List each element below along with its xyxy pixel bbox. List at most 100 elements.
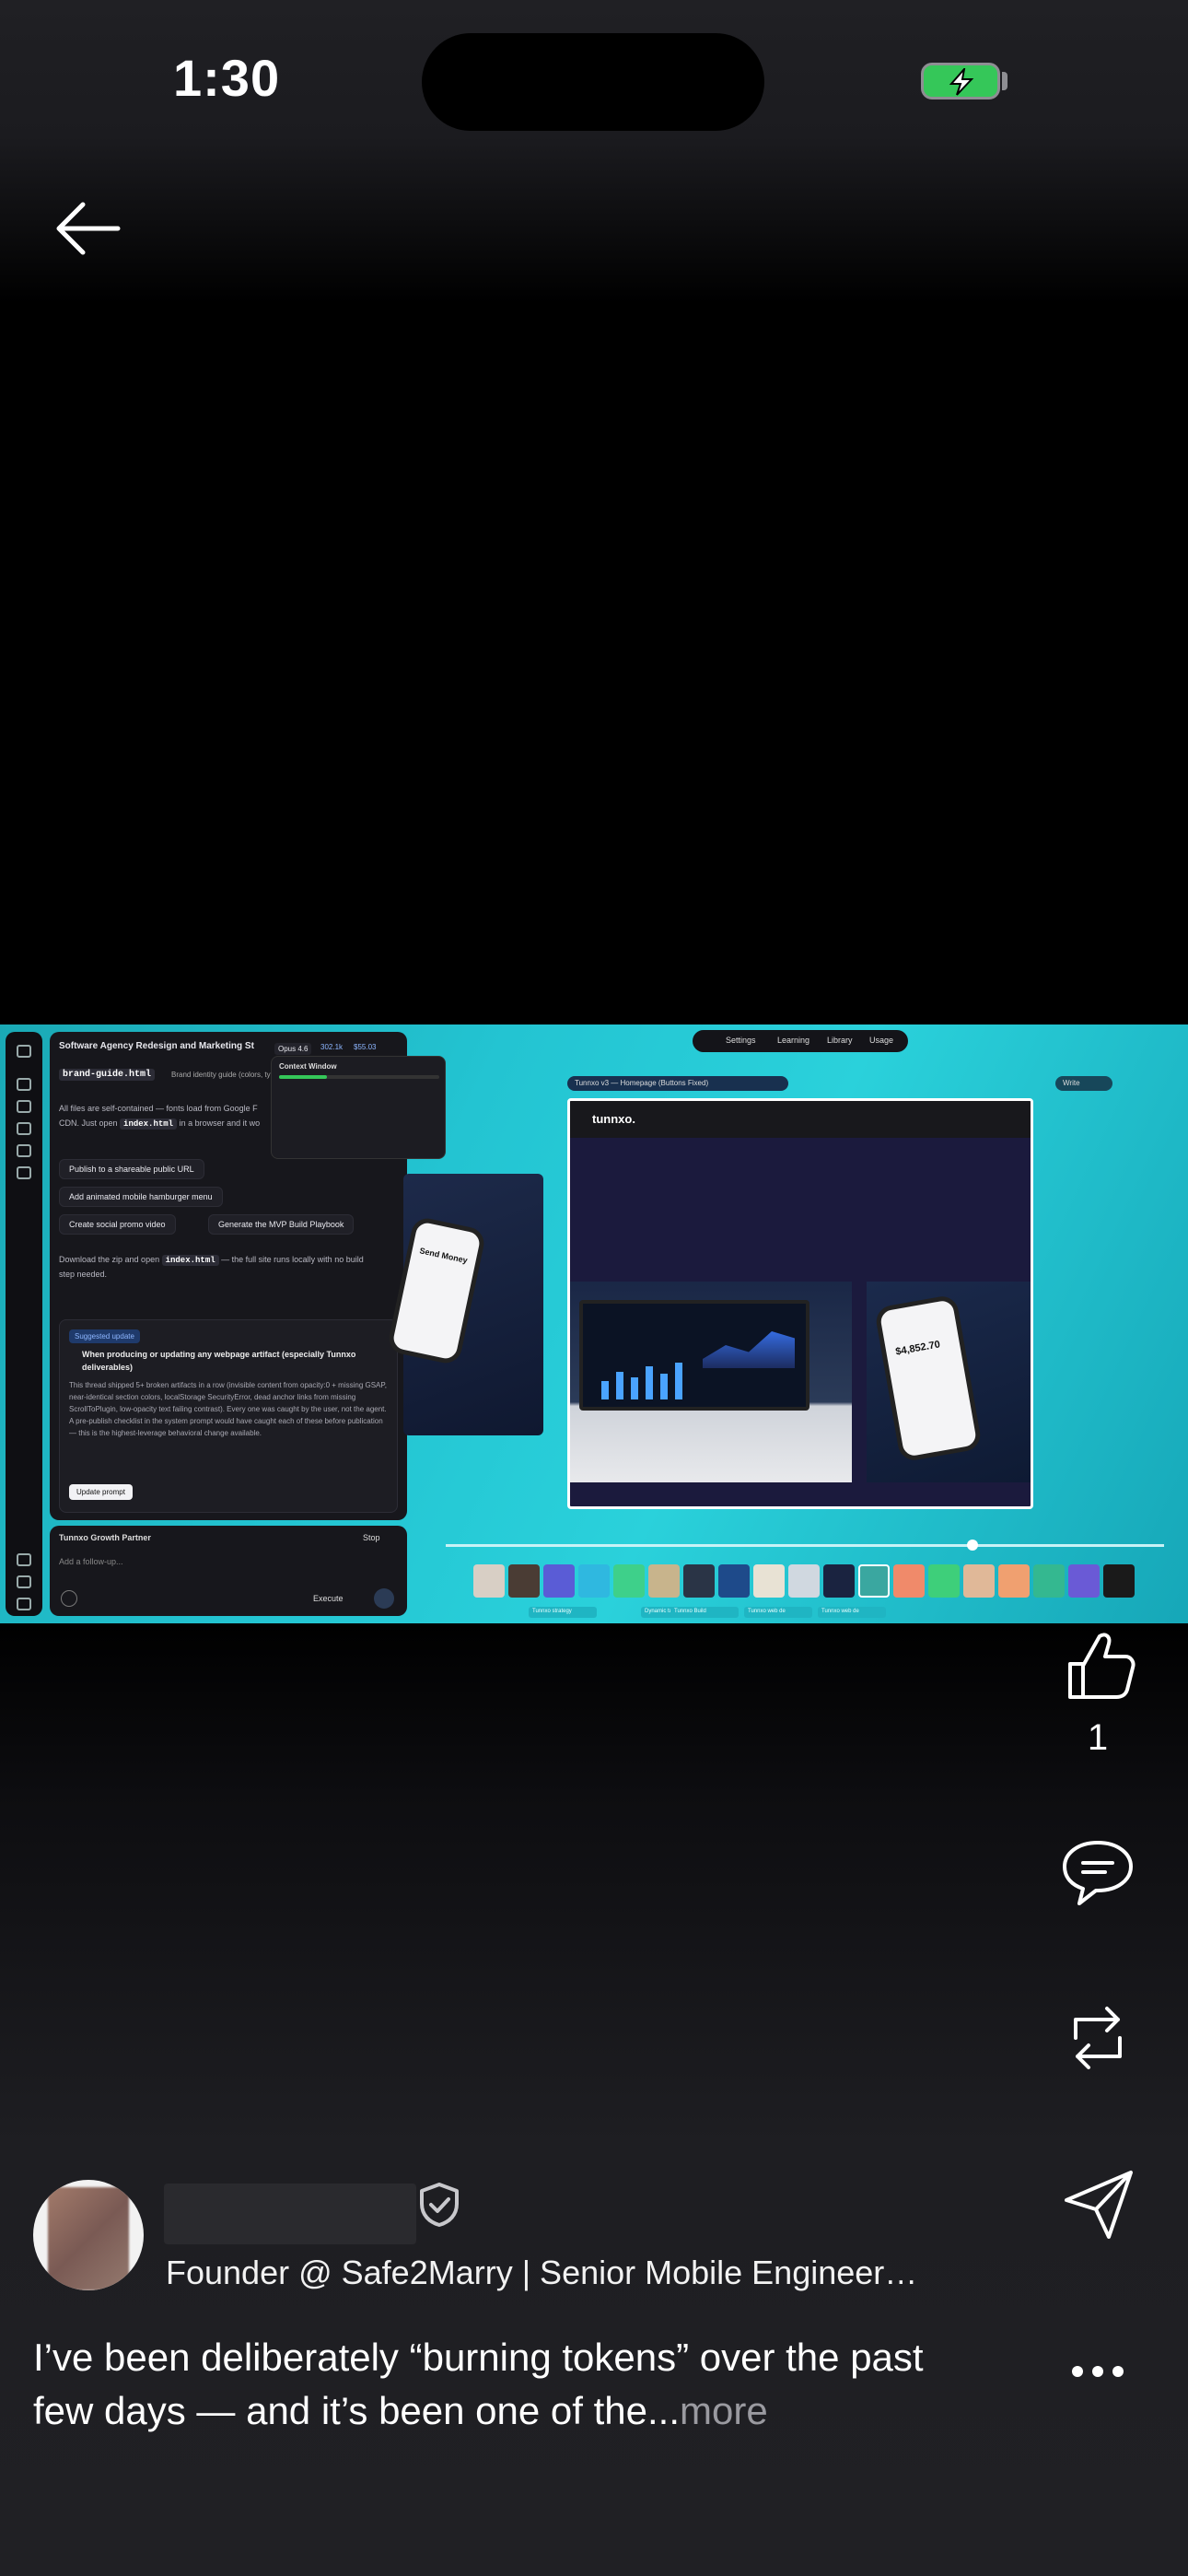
chip-promo-video[interactable]: Create social promo video [59, 1214, 176, 1235]
see-more-link[interactable]: more [680, 2389, 768, 2432]
back-arrow-icon[interactable] [53, 199, 122, 258]
send-paper-plane-icon[interactable] [1057, 2163, 1138, 2244]
send-arrow-icon[interactable] [374, 1588, 394, 1609]
phone-mockup-card: Send Money [386, 1174, 543, 1435]
chip-publish-url[interactable]: Publish to a shareable public URL [59, 1159, 204, 1179]
phone-balance: $4,852.70 [894, 1339, 941, 1358]
site-header: tunnxo. [570, 1101, 1031, 1138]
thumbnail[interactable] [648, 1564, 680, 1598]
battery-nub [1002, 72, 1007, 90]
thumbnail[interactable] [1068, 1564, 1100, 1598]
thumbnail[interactable] [998, 1564, 1030, 1598]
thumbnail-selected[interactable] [858, 1564, 890, 1598]
monitor-bar [631, 1377, 638, 1399]
comment-icon[interactable] [1057, 1832, 1138, 1913]
thumbnail[interactable] [788, 1564, 820, 1598]
author-avatar[interactable] [33, 2180, 144, 2290]
partner-label: Tunnxo Growth Partner [59, 1533, 151, 1542]
suggested-update-card: Suggested update When producing or updat… [59, 1319, 398, 1513]
reply-line-2-c: in a browser and it wo [179, 1118, 261, 1128]
thumbnail[interactable] [823, 1564, 855, 1598]
chat-title: Software Agency Redesign and Marketing S… [59, 1041, 254, 1051]
top-nav-pill: Settings Learning Library Usage [693, 1030, 908, 1052]
artifact-title[interactable]: Tunnxo v3 — Homepage (Buttons Fixed) [567, 1076, 788, 1091]
monitor-bar [616, 1372, 623, 1399]
thumbnail[interactable] [718, 1564, 750, 1598]
timeline-slider-knob[interactable] [967, 1540, 978, 1551]
nav-library[interactable]: Library [827, 1036, 853, 1045]
phone-balance-image: $4,852.70 [867, 1282, 1031, 1482]
thumbnail[interactable] [543, 1564, 575, 1598]
more-options-icon[interactable] [1057, 2331, 1138, 2412]
edit-icon [17, 1078, 31, 1091]
execute-button[interactable]: Execute [313, 1594, 344, 1603]
website-preview: tunnxo. $4,852.70 [567, 1098, 1033, 1509]
update-prompt-button[interactable]: Update prompt [69, 1484, 133, 1500]
context-title: Context Window [279, 1062, 337, 1071]
monitor-bar [675, 1363, 682, 1399]
artifact-tab[interactable]: Tunnxo Build [670, 1607, 739, 1618]
thumbnail[interactable] [613, 1564, 645, 1598]
thumbnail[interactable] [508, 1564, 540, 1598]
thumbnail[interactable] [683, 1564, 715, 1598]
file-description: Brand identity guide (colors, ty [171, 1071, 271, 1079]
chat-input-panel: Tunnxo Growth Partner Stop Add a follow-… [50, 1526, 407, 1616]
chip-hamburger-menu[interactable]: Add animated mobile hamburger menu [59, 1187, 223, 1207]
reply-line-3-b: — the full site runs locally with no bui… [221, 1255, 364, 1264]
database-icon [17, 1575, 31, 1588]
eye-icon [17, 1144, 31, 1157]
site-logo: tunnxo. [592, 1112, 635, 1126]
dynamic-island [422, 33, 764, 131]
app-logo-icon [17, 1045, 31, 1058]
like-count: 1 [1087, 1717, 1109, 1758]
verified-shield-icon [418, 2182, 460, 2228]
desk-monitor-image [570, 1282, 852, 1482]
thumbnail[interactable] [963, 1564, 995, 1598]
nav-learning[interactable]: Learning [777, 1036, 809, 1045]
search-icon [17, 1100, 31, 1113]
thumbnail[interactable] [578, 1564, 610, 1598]
post-caption-text: I’ve been deliberately “burning tokens” … [33, 2336, 924, 2432]
suggest-title: When producing or updating any webpage a… [82, 1350, 356, 1359]
post-media-screenshot[interactable]: Software Agency Redesign and Marketing S… [0, 1025, 1188, 1623]
nav-usage[interactable]: Usage [869, 1036, 893, 1045]
timeline-slider[interactable] [446, 1540, 1164, 1551]
author-name-redacted[interactable] [164, 2184, 416, 2244]
phone-send-money: Send Money [418, 1246, 469, 1266]
thumbnail[interactable] [928, 1564, 960, 1598]
write-button[interactable]: Write [1055, 1076, 1112, 1091]
post-caption[interactable]: I’ve been deliberately “burning tokens” … [33, 2331, 945, 2438]
nav-settings[interactable]: Settings [726, 1036, 756, 1045]
chip-mvp-playbook[interactable]: Generate the MVP Build Playbook [208, 1214, 355, 1235]
cost-value: $55.03 [354, 1043, 377, 1051]
suggested-update-tag: Suggested update [69, 1329, 140, 1343]
avatar-blurred-photo [48, 2187, 129, 2290]
followup-input[interactable]: Add a follow-up... [59, 1557, 123, 1566]
attach-plus-icon[interactable] [61, 1590, 77, 1607]
thumbnail[interactable] [1033, 1564, 1065, 1598]
help-icon [17, 1553, 31, 1566]
monitor-bar [601, 1381, 609, 1399]
monitor-bar [646, 1366, 653, 1399]
thumbnail[interactable] [753, 1564, 785, 1598]
reply-line-1: All files are self-contained — fonts loa… [59, 1104, 258, 1113]
artifact-tab[interactable]: Tunnxo web de [818, 1607, 886, 1618]
thumbnail[interactable] [893, 1564, 925, 1598]
app-sidebar-rail [6, 1032, 42, 1616]
pin-icon [17, 1166, 31, 1179]
thumbnail[interactable] [473, 1564, 505, 1598]
artifact-tab[interactable]: Tunnxo strategy [529, 1607, 597, 1618]
thumbnail[interactable] [1103, 1564, 1135, 1598]
stop-button[interactable]: Stop [363, 1533, 380, 1542]
token-count: 302.1k [320, 1043, 344, 1051]
context-bar-fill [279, 1075, 328, 1079]
user-icon [17, 1598, 31, 1610]
artifact-tab[interactable]: Tunnxo web de [744, 1607, 812, 1618]
reply-line-3: Download the zip and open index.html — t… [59, 1253, 364, 1267]
repost-icon[interactable] [1057, 1997, 1138, 2078]
reply-code-index-2: index.html [161, 1255, 219, 1266]
battery-charging-icon [921, 63, 1000, 100]
context-bar [279, 1075, 439, 1079]
like-thumbs-up-icon[interactable] [1057, 1623, 1138, 1704]
reply-line-2: CDN. Just open index.html in a browser a… [59, 1117, 260, 1130]
